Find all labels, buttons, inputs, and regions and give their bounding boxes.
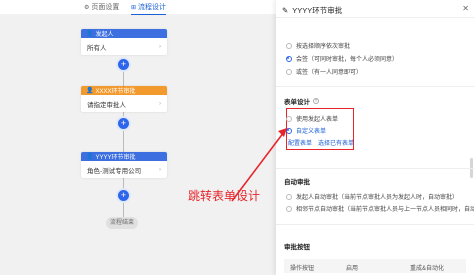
section-title-text: 自动审批 [284,179,310,186]
chevron-right-icon: › [159,166,161,173]
node-title: 发起人 [95,32,114,38]
add-node-button[interactable]: + [118,190,129,201]
chevron-right-icon: › [159,43,161,50]
radio-button[interactable] [286,68,292,75]
close-icon[interactable]: ✕ [462,4,469,13]
tab-flow-design[interactable]: ⊞ 流程设计 [131,2,167,15]
radio-button[interactable] [286,127,292,134]
auto-approve-option[interactable]: 相邻节点自动审批（当前节点审批人员与上一节点人员相同时，自动审批） [286,204,474,213]
flow-icon: ⊞ [131,4,137,11]
help-icon[interactable]: ? [313,98,319,104]
top-tabs: ⚙ 页面设置 ⊞ 流程设计 [0,0,276,15]
node-header: 👤 YYYY环节审批 [81,152,167,161]
radio-button[interactable] [286,42,292,49]
checkbox[interactable] [286,205,292,212]
node-content: 角色-测试专用公司 [87,167,142,175]
buttons-table-header: 操作按钮 启用 重成&自动化 [284,259,466,273]
approval-mode-option[interactable]: 或签（有一人同意即可） [286,67,362,76]
approver-icon: 👤 [86,154,94,160]
option-label: 会签（可同时审批，每个人必须同意） [296,57,399,63]
option-label: 或签（有一人同意即可） [296,70,363,76]
node-header: 👤 发起人 [81,29,167,38]
divider [276,168,474,169]
flow-node-xxxx-approval[interactable]: 👤 XXXX环节审批 请指定审批人 › [81,86,167,112]
gear-icon: ⚙ [84,4,90,11]
column-header: 启用 [346,266,359,272]
add-node-button[interactable]: + [118,118,129,129]
radio-button[interactable] [286,115,292,122]
section-title-text: 表单设计 [284,99,310,106]
option-label: 相邻节点自动审批（当前节点审批人员与上一节点人员相同时，自动审批） [296,207,474,213]
user-icon: 👤 [86,31,94,37]
add-node-button[interactable]: + [118,59,129,70]
panel-header: ✎ YYYY环节审批 [282,5,342,16]
config-form-link[interactable]: 配置表单 [288,138,312,147]
form-option[interactable]: 自定义表单 [286,126,326,135]
edit-icon[interactable]: ✎ [282,6,288,15]
node-body: 所有人 › [81,38,167,55]
column-header: 重成&自动化 [410,266,445,272]
option-label: 使用发起人表单 [296,117,339,123]
annotation-text: 跳转表单设计 [188,189,261,203]
section-title-text: 审批按钮 [284,244,310,251]
tab-page-settings[interactable]: ⚙ 页面设置 [84,2,119,12]
choose-form-link[interactable]: 选择已有表单 [318,138,354,147]
column-header: 操作按钮 [290,266,315,272]
divider [276,17,474,18]
approver-icon: 👤 [86,88,94,94]
approve-buttons-title: 审批按钮 [284,241,310,251]
properties-panel: ✎ YYYY环节审批 ✕ 按选择顺序依次审批 会签（可同时审批，每个人必须同意）… [276,0,474,275]
divider [276,86,474,87]
radio-button[interactable] [286,55,292,62]
option-label: 发起人自动审批（当前节点审批人员为发起人时，自动审批） [296,195,459,201]
node-content: 请指定审批人 [87,101,126,109]
form-design-title: 表单设计 ? [284,96,319,106]
flow-end-node: 流程结束 [106,217,138,229]
auto-approve-option[interactable]: 发起人自动审批（当前节点审批人员为发起人时，自动审批） [286,192,458,201]
chevron-right-icon: › [159,100,161,107]
form-links: 配置表单 选择已有表单 [288,138,354,147]
auto-approve-title: 自动审批 [284,176,310,186]
node-title: XXXX环节审批 [95,89,136,95]
option-label: 按选择顺序依次审批 [296,44,351,50]
tab-label: 页面设置 [91,4,120,11]
flow-node-initiator[interactable]: 👤 发起人 所有人 › [81,29,167,55]
panel-title: YYYY环节审批 [292,6,343,15]
approval-mode-option[interactable]: 按选择顺序依次审批 [286,41,350,50]
flow-node-yyyy-approval[interactable]: 👤 YYYY环节审批 角色-测试专用公司 › [81,152,167,178]
node-body: 请指定审批人 › [81,95,167,112]
approval-mode-option[interactable]: 会签（可同时审批，每个人必须同意） [286,54,398,63]
flow-canvas: ⚙ 页面设置 ⊞ 流程设计 👤 发起人 所有人 › + 👤 XXXX环节审批 请… [0,0,276,275]
node-body: 角色-测试专用公司 › [81,161,167,178]
tab-label: 流程设计 [138,4,167,11]
checkbox[interactable] [286,193,292,200]
form-option[interactable]: 使用发起人表单 [286,114,338,123]
option-label: 自定义表单 [296,129,327,135]
divider [276,224,474,225]
node-content: 所有人 [87,44,107,52]
node-header: 👤 XXXX环节审批 [81,86,167,95]
node-title: YYYY环节审批 [95,155,136,161]
